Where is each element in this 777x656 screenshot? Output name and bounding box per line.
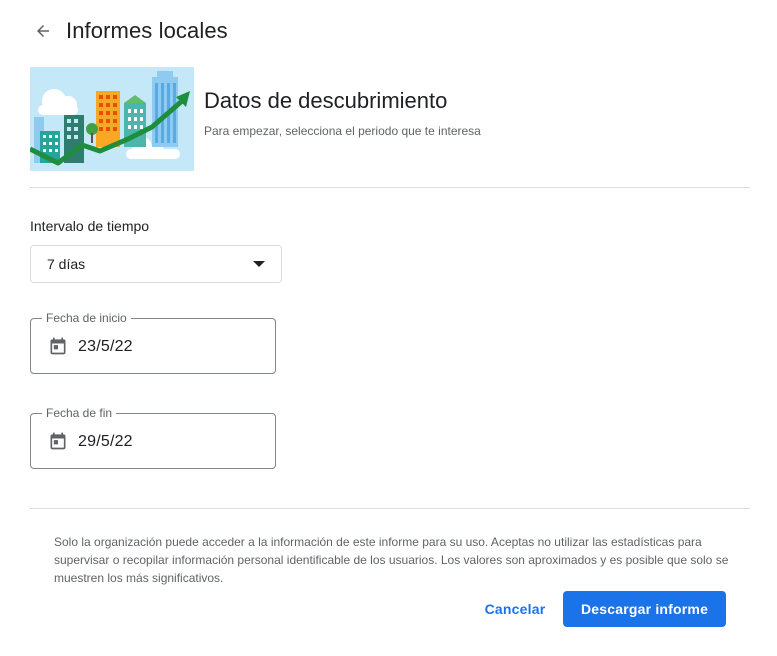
interval-select[interactable]: 7 días xyxy=(30,245,282,283)
download-report-button[interactable]: Descargar informe xyxy=(563,591,726,627)
caret-down-icon xyxy=(253,261,265,267)
report-subtitle: Para empezar, selecciona el periodo que … xyxy=(204,124,481,138)
back-button[interactable] xyxy=(30,18,56,44)
page-title: Informes locales xyxy=(66,18,228,43)
interval-select-value: 7 días xyxy=(47,256,86,272)
end-date-field[interactable]: Fecha de fin 29/5/22 xyxy=(30,406,276,469)
calendar-icon xyxy=(50,432,66,450)
calendar-icon xyxy=(50,337,66,355)
arrow-left-icon xyxy=(37,25,49,37)
city-growth-illustration xyxy=(30,67,194,171)
end-date-value: 29/5/22 xyxy=(78,433,133,450)
start-date-label: Fecha de inicio xyxy=(42,311,131,325)
cancel-button[interactable]: Cancelar xyxy=(476,592,554,626)
privacy-disclaimer: Solo la organización puede acceder a la … xyxy=(54,535,729,585)
hero-text: Datos de descubrimiento Para empezar, se… xyxy=(204,88,481,138)
divider xyxy=(30,508,750,509)
end-date-label: Fecha de fin xyxy=(42,406,117,420)
page-header: Informes locales xyxy=(30,14,228,48)
divider xyxy=(30,187,750,188)
report-title: Datos de descubrimiento xyxy=(204,88,448,113)
start-date-value: 23/5/22 xyxy=(78,338,133,355)
interval-label: Intervalo de tiempo xyxy=(30,218,150,234)
start-date-field[interactable]: Fecha de inicio 23/5/22 xyxy=(30,311,276,374)
